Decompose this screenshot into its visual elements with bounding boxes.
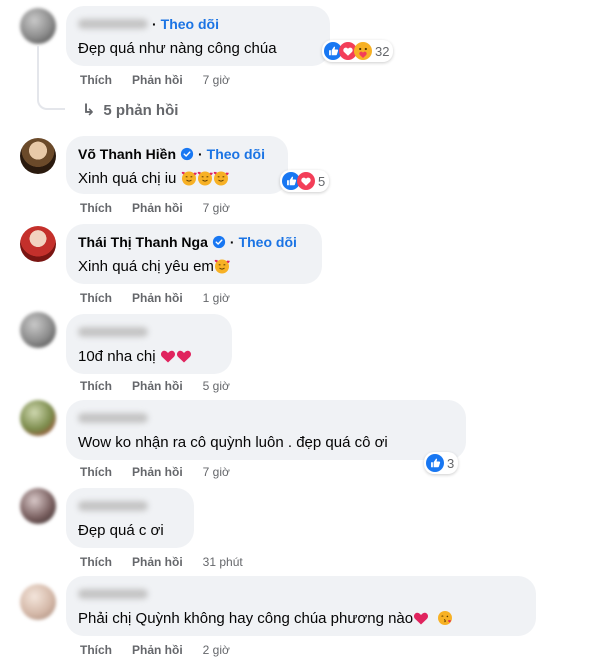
comment-header: Võ Thanh Hiền · Theo dõi [78,144,276,164]
like-button[interactable]: Thích [80,379,112,393]
verified-badge-icon [180,147,194,161]
comment-bubble: 10đ nha chị [66,314,232,374]
reply-button[interactable]: Phản hồi [132,643,183,657]
reply-button[interactable]: Phản hồi [132,291,183,305]
like-button[interactable]: Thích [80,291,112,305]
smiling-hearts-icon [181,170,197,186]
like-button[interactable]: Thích [80,201,112,215]
commenter-name[interactable] [78,19,148,29]
comment-text: Wow ko nhận ra cô quỳnh luôn . đẹp quá c… [78,434,388,451]
red-heart-icon [413,610,429,626]
comment-actions: Thích Phản hồi 7 giờ [80,464,230,480]
reply-button[interactable]: Phản hồi [132,201,183,215]
separator-dot: · [229,234,235,250]
view-replies-link[interactable]: ↳ 5 phản hồi [82,100,178,120]
avatar[interactable] [20,226,56,262]
reply-button[interactable]: Phản hồi [132,73,183,87]
comment-bubble: · Theo dõi Đẹp quá như nàng công chúa [66,6,330,66]
follow-button[interactable]: Theo dõi [161,16,219,32]
smiling-hearts-icon [214,258,230,274]
comment-time[interactable]: 7 giờ [203,73,230,87]
commenter-name[interactable] [78,413,148,423]
comment-time[interactable]: 7 giờ [203,201,230,215]
comment-bubble: Võ Thanh Hiền · Theo dõi Xinh quá chị iu [66,136,288,194]
follow-button[interactable]: Theo dõi [207,146,265,162]
love-icon [297,172,315,190]
comment-header [78,322,220,342]
comment-time[interactable]: 1 giờ [203,291,230,305]
comment-actions: Thích Phản hồi 31 phút [80,554,243,570]
comment-text: Đẹp quá c ơi [78,522,164,539]
comment-text: Phải chị Quỳnh không hay công chúa phươn… [78,610,414,627]
commenter-name[interactable]: Thái Thị Thanh Nga [78,234,208,250]
comment-text-row: Phải chị Quỳnh không hay công chúa phươn… [78,608,524,630]
comment-text: Xinh quá chị yêu em [78,258,214,275]
reaction-count: 32 [375,43,390,59]
reply-button[interactable]: Phản hồi [132,379,183,393]
comment-bubble: Wow ko nhận ra cô quỳnh luôn . đẹp quá c… [66,400,466,460]
comment-text: Xinh quá chị iu [78,170,177,187]
commenter-name[interactable]: Võ Thanh Hiền [78,146,176,162]
comment-actions: Thích Phản hồi 5 giờ [80,378,230,394]
comment-bubble: Thái Thị Thanh Nga · Theo dõi Xinh quá c… [66,224,322,284]
avatar[interactable] [20,488,56,524]
reply-arrow-icon: ↳ [82,102,96,119]
comment-text-row: Xinh quá chị iu [78,168,276,190]
smiling-hearts-icon [197,170,213,186]
like-button[interactable]: Thích [80,555,112,569]
comment-header: Thái Thị Thanh Nga · Theo dõi [78,232,310,252]
like-icon [426,454,444,472]
avatar[interactable] [20,400,56,436]
like-button[interactable]: Thích [80,73,112,87]
verified-badge-icon [212,235,226,249]
comment-bubble: Đẹp quá c ơi [66,488,194,548]
separator-dot: · [152,16,157,32]
red-heart-icon [176,348,192,364]
commenter-name[interactable] [78,501,148,511]
follow-button[interactable]: Theo dõi [239,234,297,250]
like-button[interactable]: Thích [80,465,112,479]
comment-time[interactable]: 2 giờ [203,643,230,657]
reaction-summary[interactable]: 5 [280,170,330,192]
avatar[interactable] [20,584,56,620]
avatar[interactable] [20,8,56,44]
comment-actions: Thích Phản hồi 7 giờ [80,200,230,216]
red-heart-icon [160,348,176,364]
reaction-count: 3 [447,455,455,471]
comment-header [78,496,182,516]
comment-text: 10đ nha chị [78,348,156,365]
comment-header [78,408,454,428]
comment-header: · Theo dõi [78,14,318,34]
comment-text-row: 10đ nha chị [78,346,220,368]
commenter-name[interactable] [78,327,148,337]
reaction-count: 5 [318,173,326,189]
comment-header [78,584,524,604]
reaction-summary[interactable]: 3 [424,452,459,474]
comment-text-row: Xinh quá chị yêu em [78,256,310,278]
comment-time[interactable]: 7 giờ [203,465,230,479]
care-icon [354,42,372,60]
comment-actions: Thích Phản hồi 7 giờ [80,72,230,88]
reply-button[interactable]: Phản hồi [132,465,183,479]
avatar[interactable] [20,312,56,348]
comment-bubble: Phải chị Quỳnh không hay công chúa phươn… [66,576,536,636]
separator-dot: · [198,146,203,162]
comment-actions: Thích Phản hồi 1 giờ [80,290,230,306]
like-button[interactable]: Thích [80,643,112,657]
reaction-summary[interactable]: 32 [322,40,394,62]
avatar[interactable] [20,138,56,174]
thread-connector [37,46,65,110]
comment-actions: Thích Phản hồi 2 giờ [80,642,230,658]
face-blowing-kiss-icon [437,610,453,626]
comment-time[interactable]: 5 giờ [203,379,230,393]
commenter-name[interactable] [78,589,148,599]
replies-count-label: 5 phản hồi [103,101,179,119]
comment-text: Đẹp quá như nàng công chúa [78,40,277,57]
comment-time[interactable]: 31 phút [203,555,243,569]
smiling-hearts-icon [213,170,229,186]
reply-button[interactable]: Phản hồi [132,555,183,569]
